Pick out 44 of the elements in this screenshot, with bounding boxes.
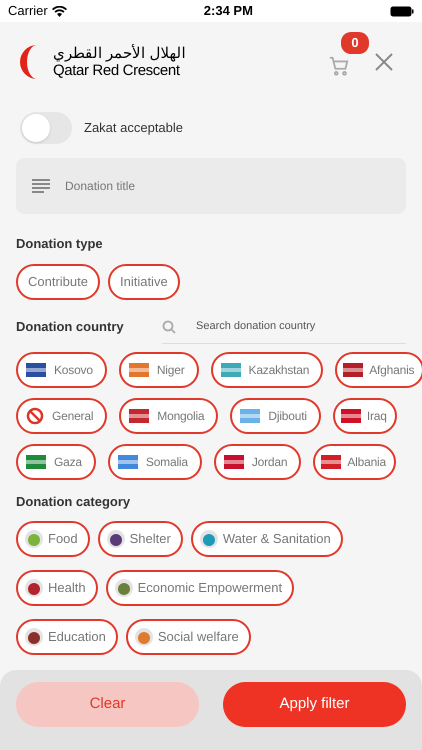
apply-filter-button[interactable]: Apply filter xyxy=(223,682,406,727)
country-chip[interactable]: Somalia xyxy=(108,444,202,480)
donation-title-field[interactable]: Donation title xyxy=(16,158,406,214)
country-chip[interactable]: Iraq xyxy=(332,398,397,434)
country-chip[interactable]: Kazakhstan xyxy=(210,352,324,388)
country-chip[interactable]: General xyxy=(16,398,108,434)
country-chip[interactable]: Djibouti xyxy=(230,398,321,434)
category-chip[interactable]: Economic Empowerment xyxy=(106,570,294,606)
carrier-label: Carrier xyxy=(8,2,48,20)
text-lines-icon xyxy=(32,179,50,193)
crescent-logo xyxy=(20,45,37,79)
cart-icon xyxy=(328,55,350,77)
clear-button[interactable]: Clear xyxy=(16,682,199,727)
type-chip[interactable]: Initiative xyxy=(108,264,180,300)
category-chip[interactable]: Food xyxy=(16,521,90,557)
close-button[interactable] xyxy=(374,52,394,72)
clock-time: 2:34 PM xyxy=(204,2,253,20)
cart-count-badge: 0 xyxy=(341,32,369,54)
category-chip[interactable]: Social welfare xyxy=(126,619,251,655)
cart-button[interactable] xyxy=(328,55,350,77)
zakat-label: Zakat acceptable xyxy=(84,119,184,138)
country-chip[interactable]: Gaza xyxy=(16,444,96,480)
close-icon xyxy=(374,52,394,72)
logo-english-text: Qatar Red Crescent xyxy=(53,62,181,79)
section-heading: Donation country xyxy=(16,318,125,336)
category-chip[interactable]: Shelter xyxy=(98,521,183,557)
country-chip[interactable]: Kosovo xyxy=(16,352,107,388)
logo-arabic-text: الهلال الأحمر القطري xyxy=(53,45,186,62)
section-heading: Donation type xyxy=(15,235,104,253)
section-heading: Donation category xyxy=(15,492,132,511)
country-chip[interactable]: Jordan xyxy=(214,444,302,480)
country-chip[interactable]: Niger xyxy=(118,352,199,388)
search-icon xyxy=(162,320,176,334)
country-chip[interactable]: Mongolia xyxy=(119,398,218,434)
battery-icon xyxy=(390,6,414,16)
zakat-toggle[interactable] xyxy=(20,112,72,144)
category-chip[interactable]: Health xyxy=(16,570,98,606)
wifi-icon xyxy=(52,6,67,16)
category-chip[interactable]: Water & Sanitation xyxy=(190,521,343,557)
category-chip[interactable]: Education xyxy=(16,619,118,655)
country-search-field[interactable]: Search donation country xyxy=(162,310,406,344)
type-chip[interactable]: Contribute xyxy=(16,264,100,300)
country-chip[interactable]: Afghanis xyxy=(335,352,422,388)
country-chip[interactable]: Albania xyxy=(313,444,396,480)
